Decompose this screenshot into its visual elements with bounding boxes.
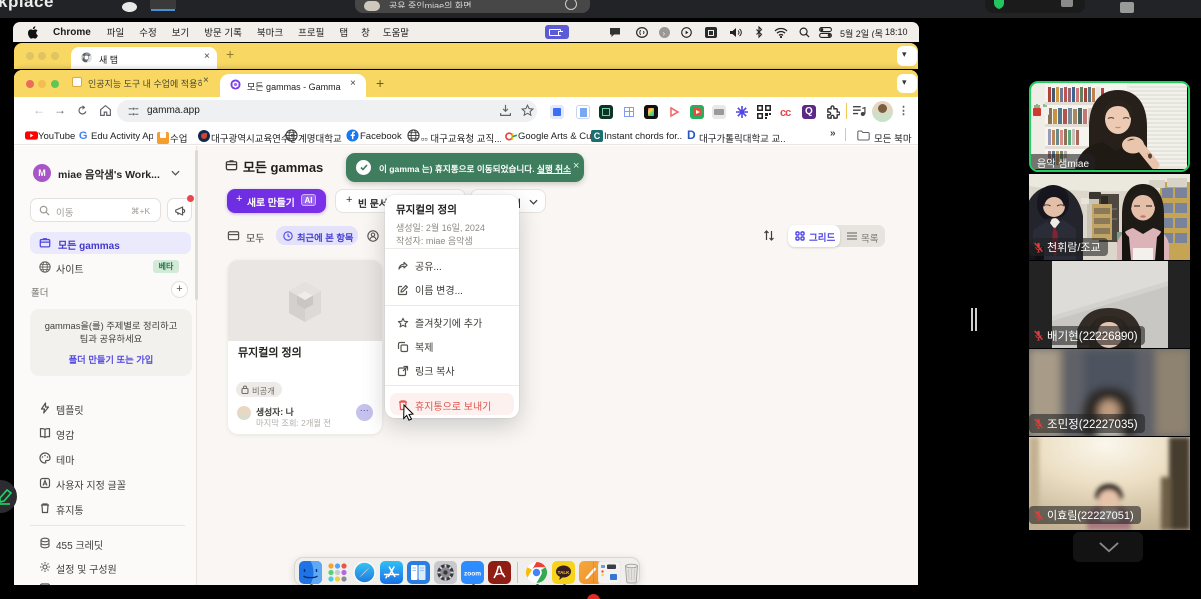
- svg-text:zoom: zoom: [464, 570, 481, 577]
- svg-text:G: G: [79, 130, 88, 142]
- svg-text:TALK: TALK: [558, 569, 570, 574]
